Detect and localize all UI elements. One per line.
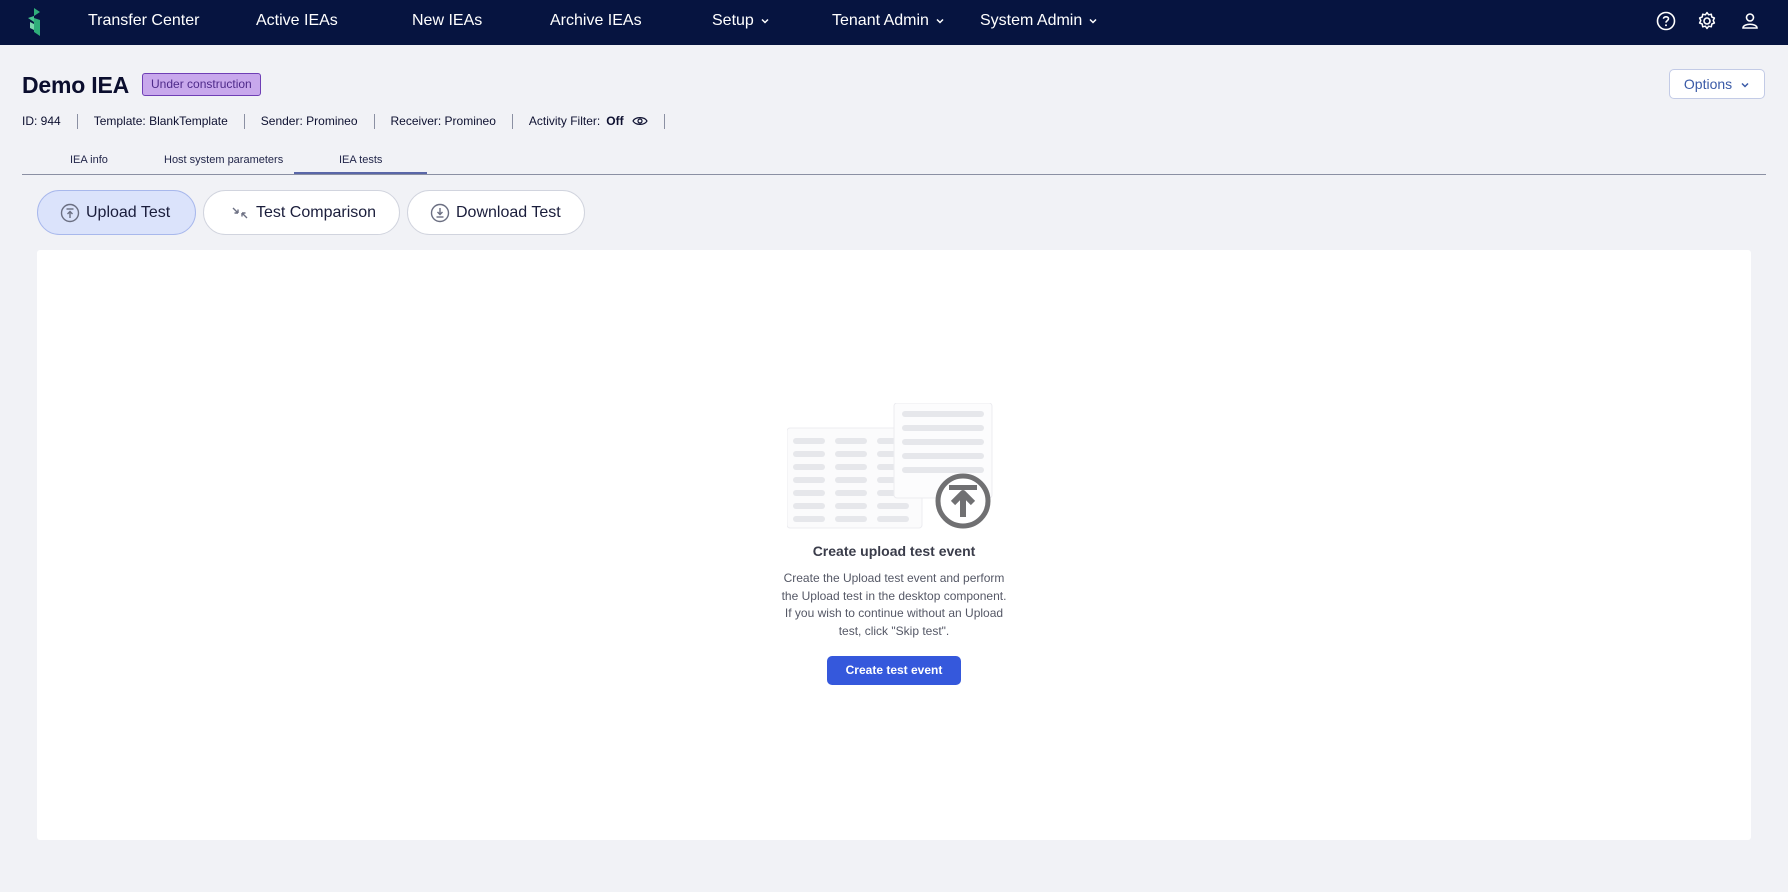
tab-host-system-parameters[interactable]: Host system parameters [164,154,283,166]
meta-divider [76,113,78,129]
empty-state-title: Create upload test event [812,543,976,559]
nav-system-admin[interactable]: System Admin [980,0,1098,41]
empty-state-description: Create the Upload test event and perform… [781,571,1007,638]
meta-divider [373,113,375,129]
chevron-down-icon [1741,83,1749,88]
nav-label: Setup [712,12,754,29]
meta-activity-filter[interactable]: Activity Filter: Off [529,114,648,128]
chevron-down-icon [936,18,944,24]
nav-setup[interactable]: Setup [712,0,770,41]
page-title: Demo IEA [22,72,130,98]
status-badge: Under construction [142,73,261,96]
upload-test-button[interactable]: Upload Test [37,190,196,235]
tab-iea-tests[interactable]: IEA tests [293,154,429,174]
download-test-button[interactable]: Download Test [407,190,585,235]
download-icon [430,203,450,222]
tab-iea-info[interactable]: IEA info [70,154,108,166]
nav-new-ieas[interactable]: New IEAs [412,0,482,41]
meta-divider [511,113,513,129]
meta-sender: Sender: Promineo [260,114,358,128]
options-button[interactable]: Options [1669,69,1765,99]
download-test-label: Download Test [456,203,561,221]
upload-test-label: Upload Test [86,203,171,221]
test-comparison-label: Test Comparison [256,203,377,221]
help-icon[interactable] [1656,11,1676,31]
chevron-down-icon [761,18,769,24]
nav-transfer-center[interactable]: Transfer Center [88,0,199,41]
iea-meta-row: ID: 944 Template: BlankTemplate Sender: … [22,113,681,129]
meta-id: ID: 944 [22,114,61,128]
upload-icon [60,203,80,222]
meta-divider [243,113,245,129]
test-content-panel: Create upload test event Create the Uplo… [37,250,1751,840]
nav-label: Transfer Center [88,12,200,29]
nav-label: New IEAs [412,12,483,29]
user-icon[interactable] [1740,11,1760,31]
activity-filter-value: Off [606,114,624,128]
nav-label: Archive IEAs [550,12,642,29]
nav-archive-ieas[interactable]: Archive IEAs [550,0,642,41]
chevron-down-icon [1089,18,1097,24]
meta-template: Template: BlankTemplate [93,114,228,128]
options-label: Options [1683,76,1733,92]
test-comparison-button[interactable]: Test Comparison [203,190,400,235]
nav-active-ieas[interactable]: Active IEAs [256,0,338,41]
create-test-event-button[interactable]: Create test event [827,656,961,685]
nav-label: Tenant Admin [832,12,929,29]
nav-tenant-admin[interactable]: Tenant Admin [832,0,945,41]
settings-icon[interactable] [1697,11,1717,31]
eye-icon[interactable] [631,115,648,127]
nav-label: Active IEAs [256,12,338,29]
top-navbar: Transfer Center Active IEAs New IEAs Arc… [0,0,1788,45]
nav-label: System Admin [980,12,1083,29]
app-logo-icon[interactable] [24,6,44,38]
meta-divider [663,113,665,129]
meta-receiver: Receiver: Promineo [390,114,496,128]
compare-arrows-icon [232,207,248,218]
upload-document-illustration [787,403,993,529]
tab-bar: IEA info Host system parameters IEA test… [22,150,1766,175]
activity-filter-label: Activity Filter: [528,114,601,128]
